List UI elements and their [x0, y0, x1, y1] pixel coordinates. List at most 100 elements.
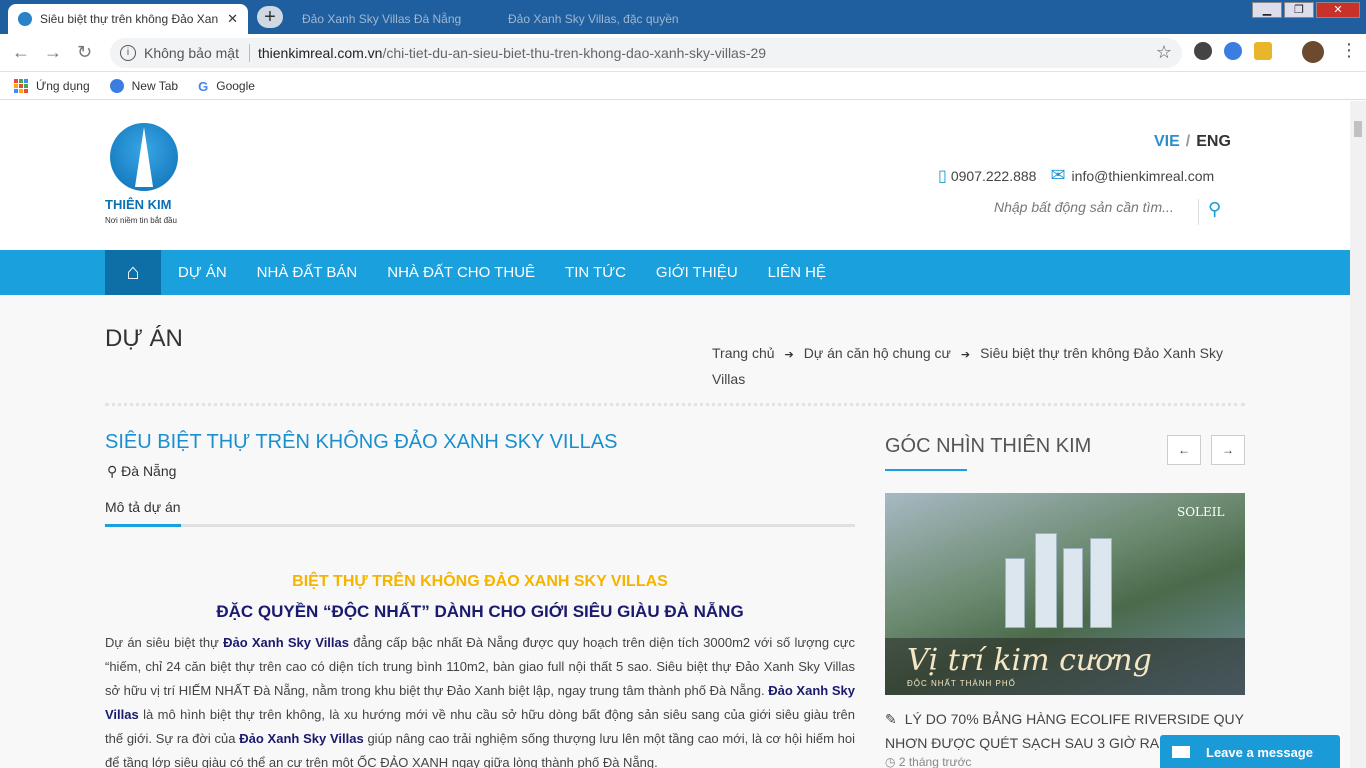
- nav-item-gioi-thieu[interactable]: GIỚI THIỆU: [641, 264, 753, 281]
- nav-item-du-an[interactable]: DỰ ÁN: [163, 264, 242, 281]
- body-highlight: Đảo Xanh Sky Villas: [223, 635, 349, 650]
- image-caption-sub: ĐỘC NHẤT THÀNH PHỐ: [907, 679, 1016, 688]
- language-switcher: VIE / ENG: [1154, 133, 1231, 151]
- bookmark-newtab[interactable]: New Tab: [109, 78, 179, 93]
- bookmark-google[interactable]: G Google: [198, 78, 255, 94]
- image-caption-main: Vị trí kim cương: [907, 643, 1152, 678]
- info-icon[interactable]: i: [120, 45, 136, 61]
- browser-menu-icon[interactable]: ⋮: [1340, 40, 1358, 61]
- tab-mo-ta-du-an[interactable]: Mô tả dự án: [105, 499, 181, 527]
- new-tab-button[interactable]: +: [257, 6, 283, 28]
- google-icon: G: [198, 78, 209, 94]
- extension-icon[interactable]: [1194, 42, 1212, 60]
- divider: [105, 403, 1245, 406]
- web-page: THIÊN KIM Nơi niềm tin bắt đầu VIE / ENG ▯…: [0, 101, 1350, 768]
- logo-name: THIÊN KIM: [105, 197, 172, 212]
- news-time-text: 2 tháng trước: [898, 755, 972, 768]
- image-building: [1063, 548, 1083, 628]
- omnibox-separator: [248, 44, 250, 62]
- url-domain: thienkimreal.com.vn: [257, 45, 383, 61]
- browser-toolbar: ← → ↻ i Không bảo mật thienkimreal.com.v…: [0, 34, 1366, 72]
- bookmarks-bar: Ứng dụng New Tab G Google: [0, 72, 1366, 100]
- main-nav: ⌂ DỰ ÁN NHÀ ĐẤT BÁN NHÀ ĐẤT CHO THUÊ TIN…: [0, 250, 1350, 295]
- news-time: ◷ 2 tháng trước: [885, 755, 971, 768]
- tab-inactive-2[interactable]: Đảo Xanh Sky Villas, đặc quyền: [498, 4, 728, 34]
- location-pin-icon: ⚲: [107, 463, 118, 479]
- tab-close-icon[interactable]: ✕: [227, 11, 238, 27]
- nav-items: DỰ ÁN NHÀ ĐẤT BÁN NHÀ ĐẤT CHO THUÊ TIN T…: [163, 250, 841, 295]
- logo-slogan: Nơi niềm tin bắt đầu: [105, 216, 177, 225]
- image-building: [1090, 538, 1112, 628]
- tab-title: Siêu biệt thự trên không Đảo Xan: [40, 12, 219, 26]
- breadcrumb-arrow-icon: ➔: [960, 349, 971, 361]
- scrollbar-thumb[interactable]: [1354, 121, 1362, 137]
- close-window-button[interactable]: ✕: [1316, 2, 1360, 18]
- extension-notes-icon[interactable]: [1254, 42, 1272, 60]
- breadcrumb-home[interactable]: Trang chủ: [712, 345, 775, 361]
- bookmark-label: Ứng dụng: [36, 78, 90, 93]
- nav-item-tin-tuc[interactable]: TIN TỨC: [550, 264, 641, 281]
- maximize-button[interactable]: ❐: [1284, 2, 1314, 18]
- apps-grid-icon: [14, 78, 28, 93]
- back-icon[interactable]: ←: [12, 42, 30, 63]
- security-label: Không bảo mật: [144, 45, 239, 61]
- project-location: ⚲ Đà Nẵng: [107, 463, 176, 480]
- forward-icon[interactable]: →: [44, 42, 62, 63]
- window-controls: ▁ ❐ ✕: [1252, 2, 1360, 18]
- tab-strip: Mô tả dự án: [105, 499, 855, 527]
- lang-vie-link[interactable]: VIE: [1154, 133, 1180, 150]
- search-icon[interactable]: ⚲: [1208, 199, 1221, 220]
- bookmark-label: New Tab: [131, 78, 179, 93]
- breadcrumb-category[interactable]: Dự án căn hộ chung cư: [804, 345, 951, 361]
- breadcrumb: Trang chủ ➔ Dự án căn hộ chung cư ➔ Siêu biệ…: [712, 341, 1252, 391]
- location-text: Đà Nẵng: [121, 463, 177, 479]
- email-address[interactable]: info@thienkimreal.com: [1072, 168, 1215, 184]
- body-text: Dự án siêu biệt thự: [105, 635, 224, 650]
- carousel-next-button[interactable]: →: [1211, 435, 1245, 465]
- sidebar-carousel-nav: ← →: [1167, 435, 1245, 465]
- phone-number[interactable]: 0907.222.888: [951, 168, 1037, 184]
- newtab-icon: [109, 78, 124, 93]
- site-favicon-icon: [18, 12, 32, 26]
- live-chat-button[interactable]: Leave a message: [1160, 735, 1340, 768]
- lang-eng-link[interactable]: ENG: [1196, 133, 1231, 150]
- news-image[interactable]: Vị trí kim cương ĐỘC NHẤT THÀNH PHỐ SOLE…: [885, 493, 1245, 695]
- address-bar[interactable]: i Không bảo mật thienkimreal.com.vn /chi…: [110, 38, 1182, 68]
- bookmark-star-icon[interactable]: ☆: [1156, 42, 1172, 63]
- profile-avatar[interactable]: [1302, 41, 1324, 63]
- contact-info: ▯ 0907.222.888 ✉ info@thienkimreal.com: [938, 165, 1214, 186]
- content-area: DỰ ÁN Trang chủ ➔ Dự án căn hộ chung cư ➔ Si…: [0, 295, 1350, 768]
- nav-item-nha-dat-ban[interactable]: NHÀ ĐẤT BÁN: [242, 264, 373, 281]
- site-logo[interactable]: THIÊN KIM Nơi niềm tin bắt đầu: [105, 123, 185, 233]
- breadcrumb-arrow-icon: ➔: [784, 349, 794, 361]
- image-building: [1005, 558, 1025, 628]
- article-headline-1: BIỆT THỰ TRÊN KHÔNG ĐẢO XANH SKY VILLAS: [292, 573, 668, 590]
- reload-icon[interactable]: ↻: [77, 42, 92, 63]
- tab-active[interactable]: Siêu biệt thự trên không Đảo Xan ✕: [8, 4, 248, 34]
- home-icon[interactable]: ⌂: [105, 250, 161, 295]
- body-highlight: Đảo Xanh Sky Villas: [239, 731, 364, 746]
- image-building: [1035, 533, 1057, 628]
- edit-icon: ✎: [885, 711, 897, 727]
- mail-icon: ✉: [1050, 165, 1066, 185]
- site-search: Nhập bất động sản cần tìm... ⚲: [994, 199, 1234, 225]
- nav-item-lien-he[interactable]: LIÊN HỆ: [753, 264, 841, 281]
- phone-icon: ▯: [938, 167, 947, 185]
- article-headline-2: ĐẶC QUYỀN “ĐỘC NHẤT” DÀNH CHO GIỚI SIÊU …: [216, 602, 744, 621]
- clock-icon: ◷: [885, 755, 896, 768]
- bookmark-apps[interactable]: Ứng dụng: [14, 78, 90, 93]
- chat-label: Leave a message: [1206, 744, 1313, 760]
- image-brand: SOLEIL: [1177, 505, 1225, 519]
- search-separator: [1198, 199, 1199, 225]
- project-title: SIÊU BIỆT THỰ TRÊN KHÔNG ĐẢO XANH SKY VI…: [105, 431, 618, 453]
- article-body: Dự án siêu biệt thự Đảo Xanh Sky Villas …: [105, 631, 855, 768]
- sidebar-heading: GÓC NHÌN THIÊN KIM: [885, 435, 1092, 471]
- page-scrollbar[interactable]: [1350, 101, 1366, 768]
- carousel-prev-button[interactable]: ←: [1167, 435, 1201, 465]
- minimize-button[interactable]: ▁: [1252, 2, 1282, 18]
- logo-mark-icon: [110, 123, 178, 191]
- nav-item-nha-dat-cho-thue[interactable]: NHÀ ĐẤT CHO THUÊ: [372, 264, 550, 281]
- tab-inactive-1[interactable]: Đảo Xanh Sky Villas Đà Nẵng: [292, 4, 522, 34]
- search-input[interactable]: Nhập bất động sản cần tìm...: [994, 199, 1174, 215]
- extension-search-icon[interactable]: [1224, 42, 1242, 60]
